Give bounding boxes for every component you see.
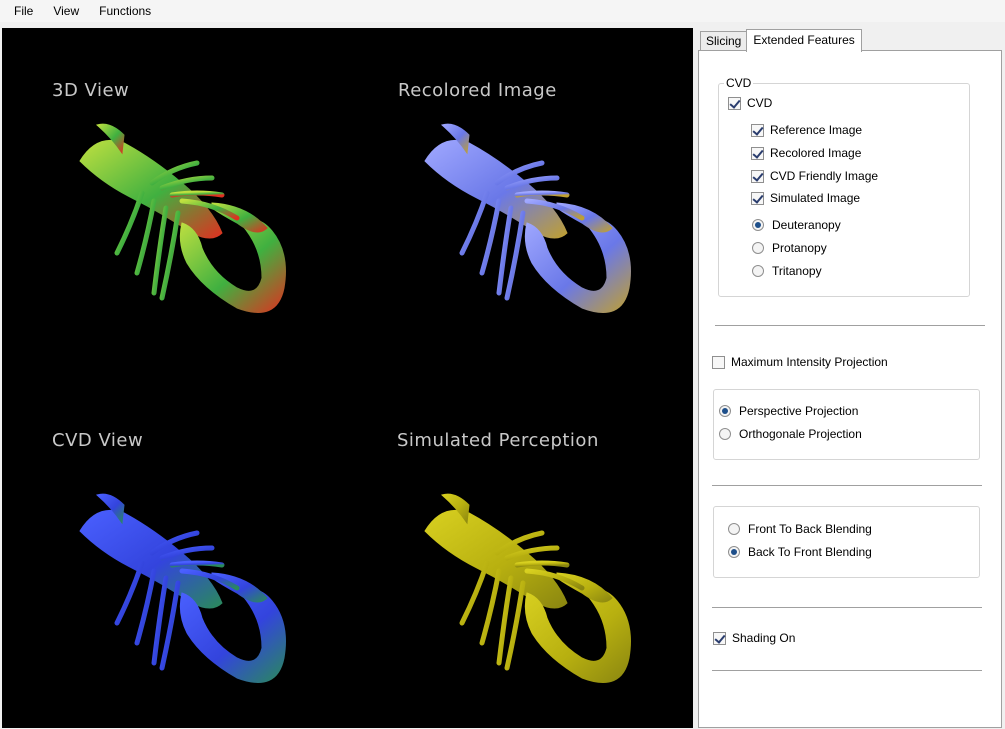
orthogonal-row[interactable]: Orthogonale Projection: [719, 427, 862, 441]
orthogonal-label: Orthogonale Projection: [739, 427, 862, 441]
menu-view[interactable]: View: [43, 0, 89, 22]
render-viewport[interactable]: 3D View Recolored Image CVD View Simulat…: [2, 28, 693, 728]
separator: [712, 607, 982, 608]
shading-checkbox[interactable]: [713, 631, 726, 645]
reference-image-row[interactable]: Reference Image: [751, 123, 862, 137]
recolored-image-row[interactable]: Recolored Image: [751, 146, 861, 160]
reference-image-label: Reference Image: [770, 123, 863, 137]
recolored-image-label: Recolored Image: [770, 146, 862, 160]
cvd-label: CVD: [747, 96, 773, 110]
simulated-image-checkbox[interactable]: [751, 191, 764, 205]
cvd-group-title: CVD: [724, 76, 754, 90]
lobster-shape: [79, 493, 286, 683]
recolored-image-checkbox[interactable]: [751, 146, 764, 160]
protanopy-row[interactable]: Protanopy: [752, 241, 827, 255]
simulated-image-row[interactable]: Simulated Image: [751, 191, 860, 205]
front-to-back-label: Front To Back Blending: [748, 522, 872, 536]
cvd-friendly-image-checkbox[interactable]: [751, 169, 764, 183]
lobster-simulated-view: [424, 493, 631, 683]
cvd-friendly-image-row[interactable]: CVD Friendly Image: [751, 169, 878, 183]
shading-row[interactable]: Shading On: [713, 631, 795, 645]
lobster-3d-view: [79, 123, 286, 313]
back-to-front-row[interactable]: Back To Front Blending: [728, 545, 872, 559]
cvd-checkbox-row[interactable]: CVD: [728, 96, 772, 110]
mip-checkbox[interactable]: [712, 355, 725, 369]
perspective-radio[interactable]: [719, 405, 731, 417]
mip-label: Maximum Intensity Projection: [731, 355, 888, 369]
back-to-front-radio[interactable]: [728, 546, 740, 558]
menu-bar: File View Functions: [0, 0, 1005, 22]
blending-group: [713, 506, 980, 578]
mip-row[interactable]: Maximum Intensity Projection: [712, 355, 888, 369]
front-to-back-radio[interactable]: [728, 523, 740, 535]
protanopy-radio[interactable]: [752, 242, 764, 254]
cvd-friendly-image-label: CVD Friendly Image: [770, 169, 879, 183]
separator: [715, 325, 985, 326]
cvd-checkbox[interactable]: [728, 96, 741, 110]
lobster-cvd-view: [79, 493, 286, 683]
orthogonal-radio[interactable]: [719, 428, 731, 440]
tritanopy-radio[interactable]: [752, 265, 764, 277]
front-to-back-row[interactable]: Front To Back Blending: [728, 522, 872, 536]
projection-group: [713, 389, 980, 460]
shading-label: Shading On: [732, 631, 796, 645]
view-label-recolored: Recolored Image: [398, 80, 557, 101]
menu-file[interactable]: File: [4, 0, 43, 22]
tab-extended-features[interactable]: Extended Features: [746, 29, 862, 52]
perspective-row[interactable]: Perspective Projection: [719, 404, 858, 418]
lobster-shape: [424, 493, 631, 683]
back-to-front-label: Back To Front Blending: [748, 545, 872, 559]
separator: [712, 670, 982, 671]
lobster-shape: [79, 123, 286, 313]
deuteranopy-label: Deuteranopy: [772, 218, 841, 232]
view-label-simulated: Simulated Perception: [397, 430, 599, 451]
deuteranopy-radio[interactable]: [752, 219, 764, 231]
perspective-label: Perspective Projection: [739, 404, 859, 418]
tab-slicing[interactable]: Slicing: [700, 31, 748, 51]
extended-features-panel: CVD CVD Reference Image Recolored Image …: [698, 50, 1002, 728]
deuteranopy-row[interactable]: Deuteranopy: [752, 218, 841, 232]
reference-image-checkbox[interactable]: [751, 123, 764, 137]
lobster-recolored-view: [424, 123, 631, 313]
menu-functions[interactable]: Functions: [89, 0, 161, 22]
tritanopy-row[interactable]: Tritanopy: [752, 264, 822, 278]
lobster-shape: [424, 123, 631, 313]
tritanopy-label: Tritanopy: [772, 264, 822, 278]
protanopy-label: Protanopy: [772, 241, 827, 255]
separator: [712, 485, 982, 486]
view-label-cvd: CVD View: [52, 430, 144, 451]
simulated-image-label: Simulated Image: [770, 191, 861, 205]
view-label-3d: 3D View: [52, 80, 130, 101]
tab-bar: Slicing Extended Features: [700, 29, 862, 52]
